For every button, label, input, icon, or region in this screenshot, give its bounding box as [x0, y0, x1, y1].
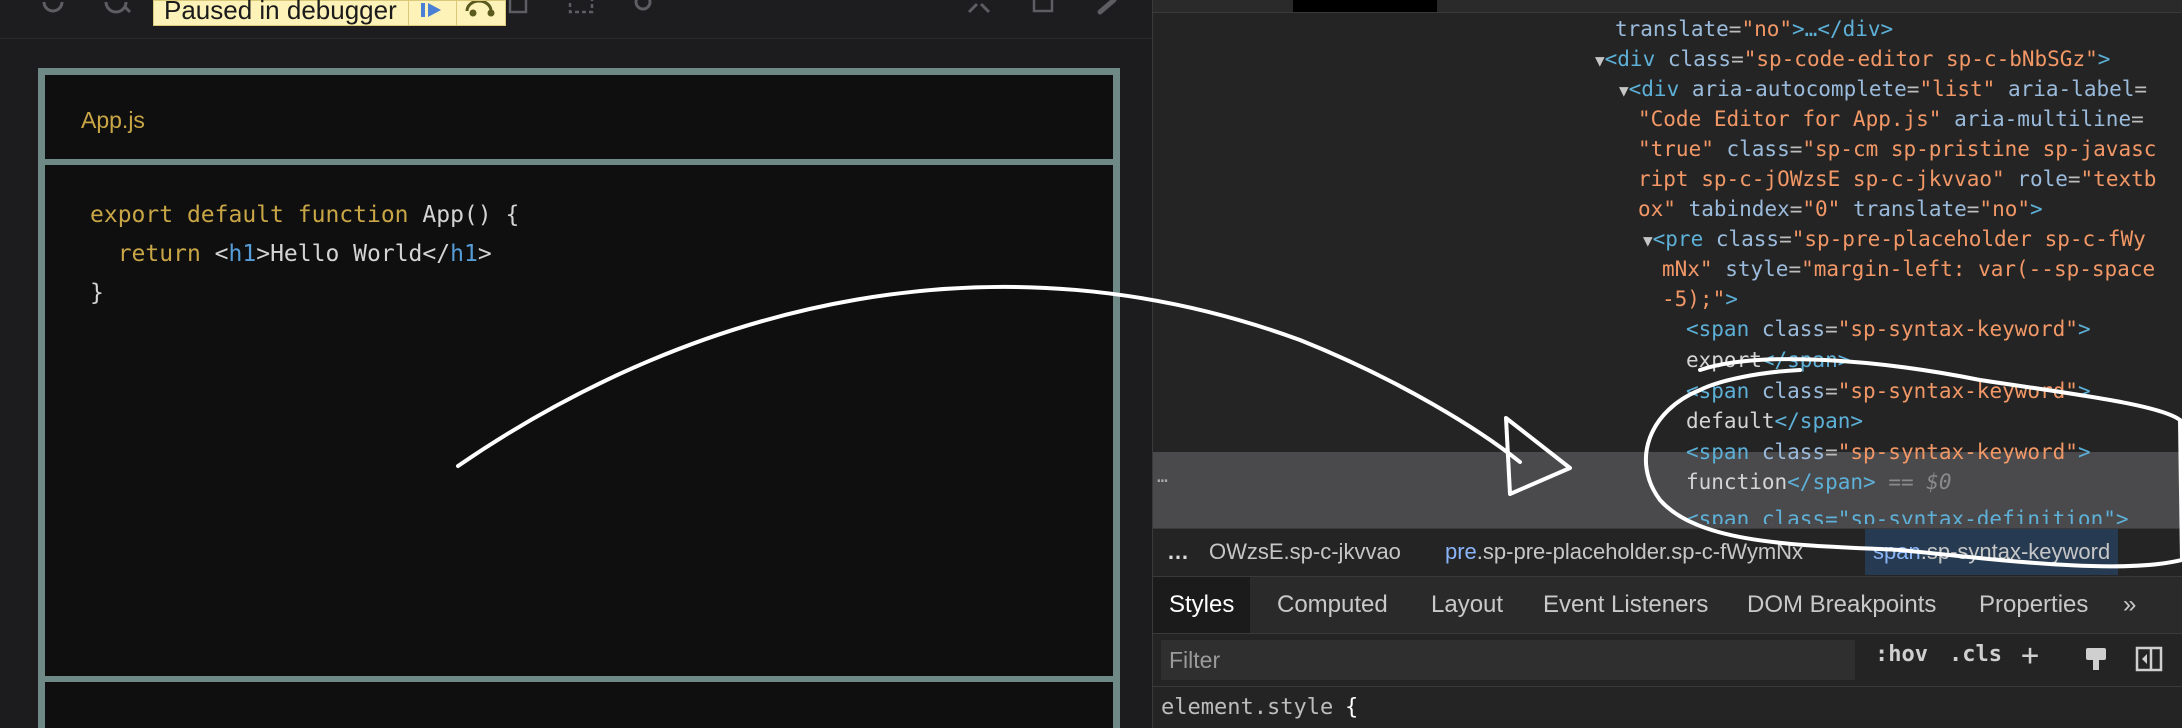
paused-label: Paused in debugger — [164, 0, 397, 25]
tab-layout[interactable]: Layout — [1431, 577, 1503, 633]
tab-properties[interactable]: Properties — [1979, 577, 2088, 633]
dom-line-selected[interactable]: function</span> == $0 — [1686, 467, 1952, 497]
dom-line[interactable]: ▼<pre class="sp-pre-placeholder sp-c-fWy — [1643, 224, 2146, 254]
breadcrumb-item[interactable]: OWzsE.sp-c-jkvvao — [1209, 529, 1401, 575]
layout-icon[interactable] — [504, 0, 534, 22]
toggle-sidebar-icon[interactable] — [2135, 646, 2163, 679]
dom-line[interactable]: "Code Editor for App.js" aria-multiline= — [1638, 104, 2144, 134]
dom-line[interactable]: export</span> — [1686, 345, 1850, 375]
link-icon[interactable] — [1092, 0, 1122, 22]
dom-line[interactable]: ▼<div aria-autocomplete="list" aria-labe… — [1619, 74, 2147, 104]
tab-event-listeners[interactable]: Event Listeners — [1543, 577, 1708, 633]
step-over-icon — [465, 0, 495, 17]
step-over-button[interactable] — [456, 0, 505, 25]
window-icon[interactable] — [1028, 0, 1058, 22]
code-area[interactable]: export default function App() { return <… — [90, 196, 519, 313]
devtools-toolbar — [1153, 0, 2182, 13]
row-more-icon[interactable]: … — [1157, 466, 1168, 487]
cls-toggle[interactable]: .cls — [1949, 642, 2002, 667]
expand-triangle-icon[interactable]: ▼ — [1643, 231, 1653, 250]
file-tab-bar: App.js — [45, 75, 1113, 165]
expand-triangle-icon[interactable]: ▼ — [1619, 81, 1629, 100]
hov-toggle[interactable]: :hov — [1875, 642, 1928, 667]
dom-line[interactable]: <span class="sp-syntax-definition"> — [1686, 504, 2129, 524]
breadcrumb-item[interactable]: pre.sp-pre-placeholder.sp-c-fWymNx — [1445, 529, 1803, 575]
tab-dom-breakpoints[interactable]: DOM Breakpoints — [1747, 577, 1936, 633]
element-style-brace: { — [1345, 695, 1359, 720]
refresh-icon[interactable] — [38, 0, 68, 22]
breadcrumb-more[interactable]: … — [1167, 529, 1189, 575]
file-tab-app-js[interactable]: App.js — [81, 107, 145, 134]
sidebar-tabs: Styles Computed Layout Event Listeners D… — [1153, 576, 2182, 633]
dom-line[interactable]: "true" class="sp-cm sp-pristine sp-javas… — [1638, 134, 2156, 164]
dom-line[interactable]: ript sp-c-jOWzsE sp-c-jkvvao" role="text… — [1638, 164, 2156, 194]
dom-line[interactable]: mNx" style="margin-left: var(--sp-space — [1662, 254, 2155, 284]
preview-toolbar: Paused in debugger — [0, 0, 1152, 39]
dom-line[interactable]: <span class="sp-syntax-keyword"> — [1686, 376, 2091, 406]
code-line-3: } — [90, 280, 104, 306]
expand-icon[interactable] — [964, 0, 994, 22]
paused-banner: Paused in debugger — [153, 0, 506, 26]
dom-line[interactable]: -5);"> — [1662, 284, 1738, 314]
code-line-2: return <h1>Hello World</h1> — [117, 241, 492, 267]
dom-line[interactable]: translate="no">…</div> — [1615, 14, 1893, 44]
dom-line[interactable]: ▼<div class="sp-code-editor sp-c-bNbSGz"… — [1595, 44, 2110, 74]
dom-line[interactable]: ox" tabindex="0" translate="no"> — [1638, 194, 2043, 224]
tab-styles[interactable]: Styles — [1153, 577, 1251, 633]
elements-tree: … translate="no">…</div> ▼<div class="sp… — [1153, 14, 2182, 535]
expand-triangle-icon[interactable]: ▼ — [1595, 51, 1605, 70]
resume-button[interactable] — [408, 1, 457, 25]
dom-line[interactable]: default</span> — [1686, 406, 1863, 436]
dom-line[interactable]: <span class="sp-syntax-keyword"> — [1686, 437, 2091, 467]
resume-icon — [421, 3, 441, 17]
preview-divider — [45, 676, 1113, 682]
select-element-icon[interactable] — [566, 0, 596, 22]
element-style-selector[interactable]: element.style — [1161, 695, 1333, 720]
settings-icon[interactable] — [628, 0, 658, 22]
tab-computed[interactable]: Computed — [1277, 577, 1388, 633]
search-icon[interactable] — [102, 0, 132, 22]
new-rule-button[interactable]: + — [2021, 638, 2039, 673]
breadcrumb-item-active[interactable]: span.sp-syntax-keyword — [1865, 529, 2119, 575]
devtools-tab-active[interactable] — [1293, 0, 1437, 12]
more-tabs-icon[interactable]: » — [2123, 577, 2136, 633]
styles-toolbar: :hov .cls + — [1153, 633, 2182, 686]
styles-pane: element.style { — [1153, 686, 2182, 728]
sandpack-panel: Paused in debugger App.js export default… — [0, 0, 1152, 728]
paint-brush-icon[interactable] — [2083, 646, 2109, 679]
dom-line[interactable]: <span class="sp-syntax-keyword"> — [1686, 314, 2091, 344]
code-line-1: export default function App() { — [90, 202, 520, 228]
devtools-panel: … translate="no">…</div> ▼<div class="sp… — [1152, 0, 2182, 728]
dom-breadcrumbs: … OWzsE.sp-c-jkvvao pre.sp-pre-placehold… — [1153, 528, 2182, 575]
code-editor-frame: App.js export default function App() { r… — [38, 68, 1120, 728]
filter-input[interactable] — [1161, 640, 1855, 680]
